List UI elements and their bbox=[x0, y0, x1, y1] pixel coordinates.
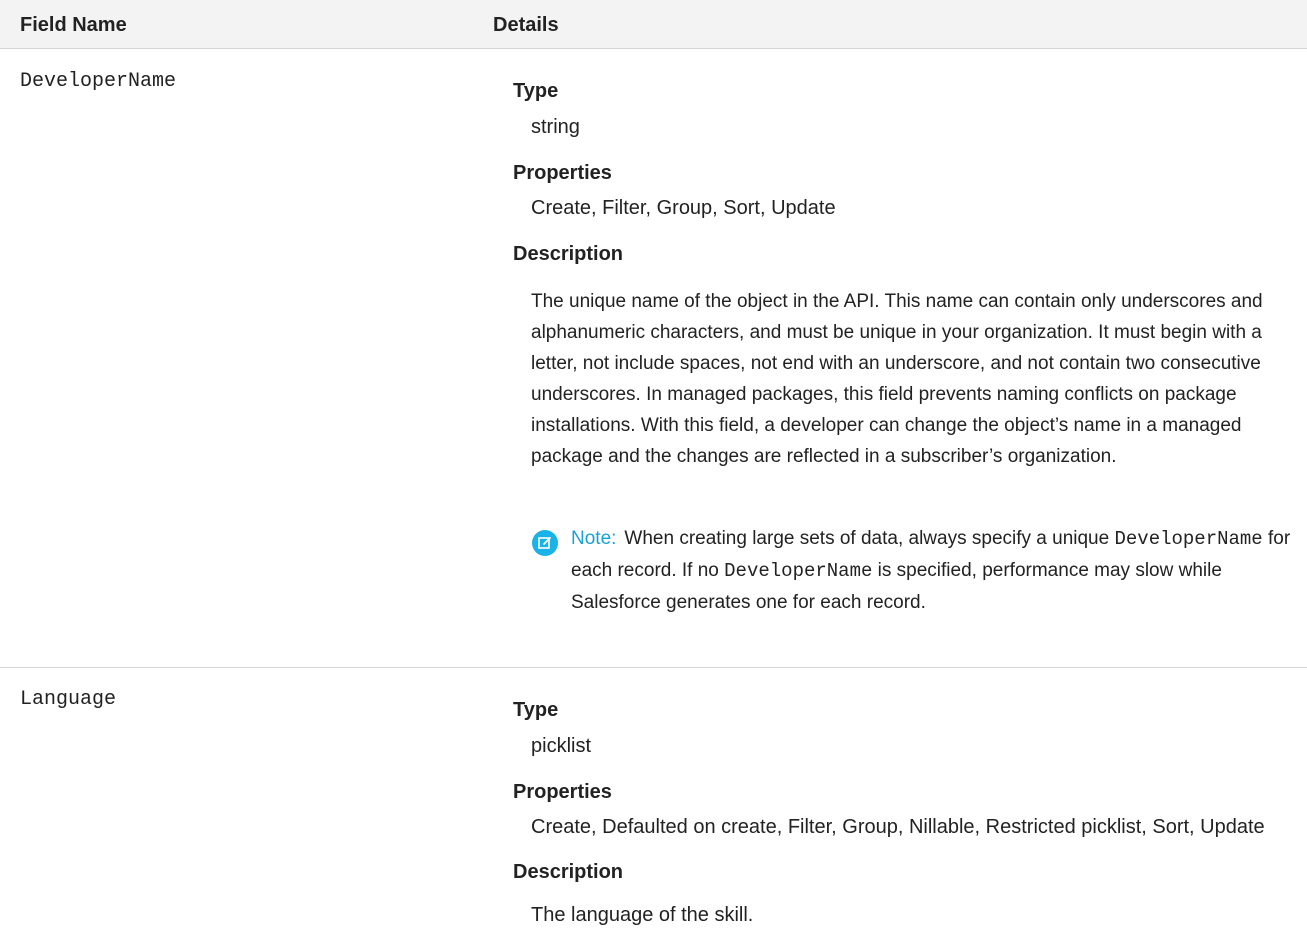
description-text: The language of the skill. bbox=[531, 904, 754, 926]
edit-note-icon bbox=[532, 530, 558, 556]
properties-label: Properties bbox=[513, 162, 612, 184]
type-value: picklist bbox=[531, 735, 592, 757]
type-label: Type bbox=[513, 699, 559, 721]
description-label: Description bbox=[513, 861, 624, 883]
note-code: DeveloperName bbox=[1114, 528, 1263, 550]
field-name: Language bbox=[20, 688, 117, 711]
type-label: Type bbox=[513, 80, 559, 102]
properties-value: Create, Defaulted on create, Filter, Gro… bbox=[531, 816, 1265, 838]
note-callout: Note: When creating large sets of data, a… bbox=[571, 523, 1301, 618]
row-divider bbox=[0, 667, 1307, 668]
type-value: string bbox=[531, 116, 580, 138]
details-column-header: Details bbox=[493, 14, 559, 36]
note-code: DeveloperName bbox=[724, 560, 873, 582]
note-text: When creating large sets of data, always… bbox=[624, 528, 1110, 549]
description-text: The unique name of the object in the API… bbox=[531, 291, 1263, 467]
field-name: DeveloperName bbox=[20, 70, 177, 93]
description-label: Description bbox=[513, 243, 624, 265]
table-header-row: Field Name Details bbox=[0, 0, 1307, 49]
properties-value: Create, Filter, Group, Sort, Update bbox=[531, 197, 836, 219]
properties-label: Properties bbox=[513, 781, 612, 803]
note-label: Note: bbox=[571, 528, 617, 549]
field-name-column-header: Field Name bbox=[20, 14, 127, 36]
